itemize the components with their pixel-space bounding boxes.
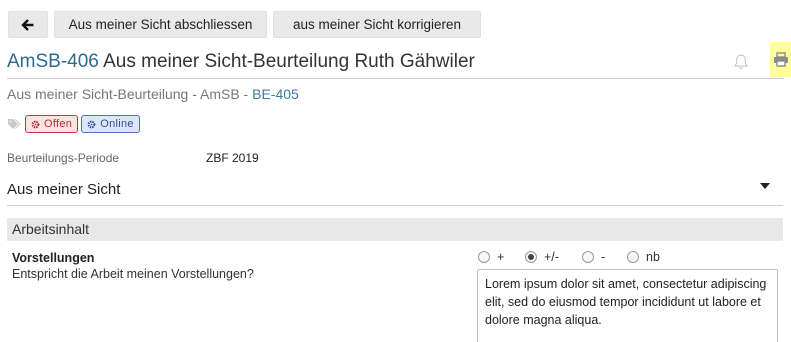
rating-radio-group: + +/- - nb xyxy=(478,249,667,265)
printer-icon xyxy=(774,52,788,67)
radio-circle[interactable] xyxy=(627,251,639,263)
rating-option-label: - xyxy=(601,250,606,264)
rating-option-label: +/- xyxy=(544,250,559,264)
breadcrumb-text: Aus meiner Sicht-Beurteilung - AmSB - xyxy=(7,86,253,102)
radio-circle[interactable] xyxy=(478,251,490,263)
title-row: AmSB-406 Aus meiner Sicht-Beurteilung Ru… xyxy=(7,42,791,79)
rating-option-plus[interactable]: + xyxy=(478,249,525,265)
status-badge-offen: Offen xyxy=(25,115,79,133)
caret-down-icon xyxy=(760,183,770,189)
section-select[interactable]: Aus meiner Sicht xyxy=(7,176,783,206)
correct-from-my-view-button[interactable]: aus meiner Sicht korrigieren xyxy=(273,11,481,38)
gear-icon xyxy=(87,120,96,128)
rating-option-label: + xyxy=(497,250,505,264)
breadcrumb: Aus meiner Sicht-Beurteilung - AmSB - BE… xyxy=(7,86,299,102)
status-badge-online-label: Online xyxy=(100,118,134,130)
breadcrumb-link[interactable]: BE-405 xyxy=(252,86,299,102)
close-from-my-view-button[interactable]: Aus meiner Sicht abschliessen xyxy=(54,11,267,38)
period-value: ZBF 2019 xyxy=(206,151,259,165)
question-description: Entspricht die Arbeit meinen Vorstellung… xyxy=(12,267,254,281)
radio-circle[interactable] xyxy=(582,251,594,263)
toolbar: Aus meiner Sicht abschliessen aus meiner… xyxy=(8,11,481,38)
period-label: Beurteilungs-Periode xyxy=(7,151,120,165)
tag-icon xyxy=(8,119,21,129)
tags: Offen Online xyxy=(7,115,140,133)
gear-icon xyxy=(31,120,40,128)
rating-option-minus[interactable]: - xyxy=(582,249,627,265)
record-id[interactable]: AmSB-406 xyxy=(7,51,99,72)
group-header: Arbeitsinhalt xyxy=(7,218,783,241)
print-button[interactable] xyxy=(770,42,791,77)
rating-option-nb[interactable]: nb xyxy=(627,249,667,265)
page-title: AmSB-406 Aus meiner Sicht-Beurteilung Ru… xyxy=(7,50,784,74)
back-button[interactable] xyxy=(8,11,48,38)
comment-textarea[interactable]: Lorem ipsum dolor sit amet, consectetur … xyxy=(477,269,778,342)
question-title: Vorstellungen xyxy=(12,251,95,265)
rating-option-label: nb xyxy=(646,250,660,264)
status-badge-offen-label: Offen xyxy=(44,118,73,130)
bell-icon[interactable] xyxy=(732,53,750,71)
section-select-value: Aus meiner Sicht xyxy=(7,181,121,198)
arrow-left-icon xyxy=(21,18,34,31)
status-badge-online: Online xyxy=(81,115,140,133)
radio-circle-selected[interactable] xyxy=(525,251,537,263)
rating-option-plus-minus[interactable]: +/- xyxy=(525,249,582,265)
record-title: Aus meiner Sicht-Beurteilung Ruth Gähwil… xyxy=(103,51,475,72)
